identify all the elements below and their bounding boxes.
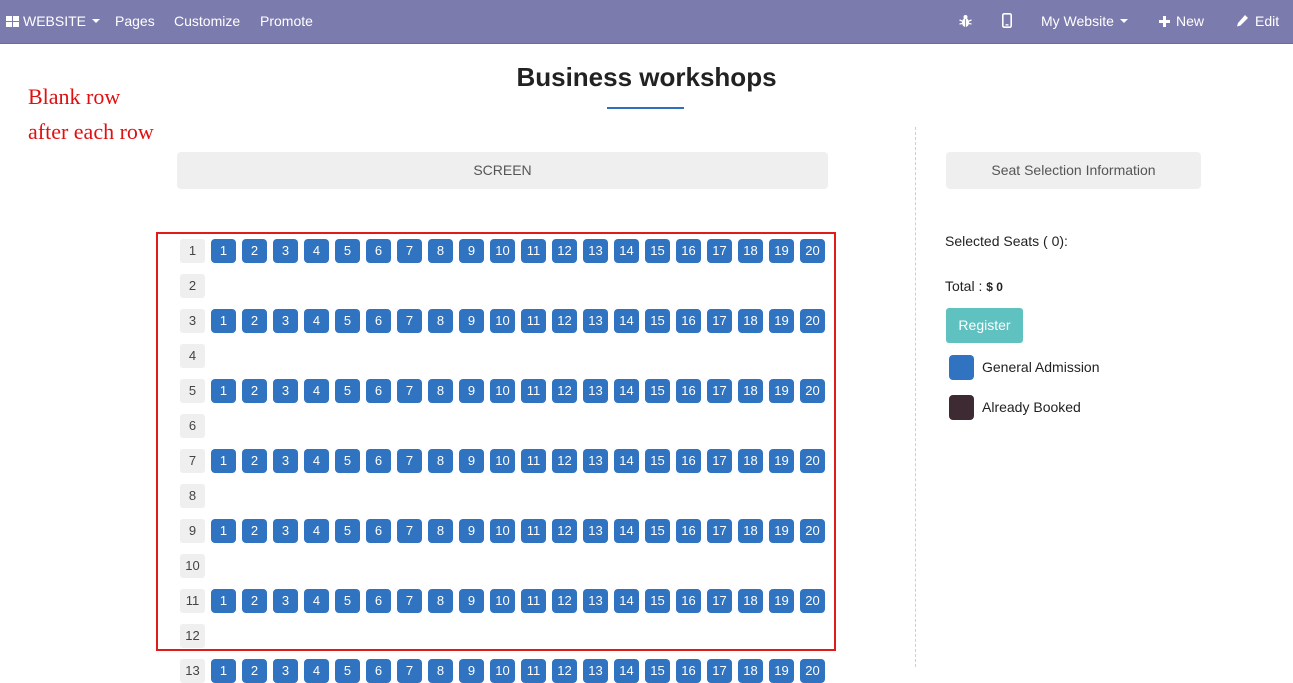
mobile-icon [1002, 13, 1012, 28]
seat-button[interactable]: 3 [273, 659, 298, 683]
legend-swatch-available [949, 355, 974, 380]
seat-button[interactable]: 9 [459, 659, 484, 683]
seat-button[interactable]: 1 [211, 659, 236, 683]
seat-button[interactable]: 15 [645, 659, 670, 683]
total-value: $ 0 [986, 280, 1003, 294]
seat-button[interactable]: 8 [428, 659, 453, 683]
seat-info-header: Seat Selection Information [946, 152, 1201, 189]
new-label: New [1176, 13, 1205, 29]
seat-button[interactable]: 17 [707, 659, 732, 683]
my-website-label: My Website [1041, 13, 1114, 29]
seat-button[interactable]: 18 [738, 659, 763, 683]
legend-label: General Admission [982, 359, 1100, 375]
top-navbar: WEBSITE Pages Customize Promote My Websi… [0, 0, 1293, 44]
legend-label: Already Booked [982, 399, 1081, 415]
seat-button[interactable]: 4 [304, 659, 329, 683]
seat-button[interactable]: 16 [676, 659, 701, 683]
nav-customize[interactable]: Customize [174, 0, 240, 43]
seat-button[interactable]: 6 [366, 659, 391, 683]
nav-promote[interactable]: Promote [260, 0, 313, 43]
register-button[interactable]: Register [946, 308, 1023, 343]
nav-pages[interactable]: Pages [115, 0, 155, 43]
seat-button[interactable]: 5 [335, 659, 360, 683]
seat-button[interactable]: 13 [583, 659, 608, 683]
row-label: 13 [180, 659, 205, 683]
website-menu[interactable]: WEBSITE [6, 0, 101, 43]
caret-down-icon [1119, 19, 1128, 23]
apps-grid-icon [6, 16, 19, 27]
seat-button[interactable]: 12 [552, 659, 577, 683]
annotation-line-2: after each row [28, 119, 154, 144]
plus-icon [1159, 16, 1170, 27]
pencil-icon [1237, 15, 1248, 27]
title-underline [607, 107, 684, 109]
debug-button[interactable] [959, 0, 972, 43]
annotation-highlight-box [156, 232, 836, 651]
edit-button[interactable]: Edit [1236, 0, 1279, 43]
seat-button[interactable]: 19 [769, 659, 794, 683]
my-website-menu[interactable]: My Website [1041, 0, 1128, 43]
page-title: Business workshops [516, 62, 777, 92]
screen-indicator: SCREEN [177, 152, 828, 189]
selected-seats-text: Selected Seats ( 0): [945, 233, 1068, 249]
seat-button[interactable]: 10 [490, 659, 515, 683]
seat-button[interactable]: 20 [800, 659, 825, 683]
total-row: Total : $ 0 [945, 278, 1003, 294]
seat-button[interactable]: 2 [242, 659, 267, 683]
website-menu-label: WEBSITE [23, 13, 87, 29]
seat-button[interactable]: 11 [521, 659, 546, 683]
total-label: Total : [945, 278, 987, 294]
new-button[interactable]: New [1159, 0, 1204, 43]
seat-button[interactable]: 7 [397, 659, 422, 683]
legend-swatch-booked [949, 395, 974, 420]
edit-label: Edit [1255, 13, 1280, 29]
seat-button[interactable]: 14 [614, 659, 639, 683]
caret-down-icon [92, 19, 101, 23]
mobile-preview-button[interactable] [1002, 0, 1012, 43]
column-divider [915, 127, 916, 667]
bug-icon [959, 15, 972, 27]
